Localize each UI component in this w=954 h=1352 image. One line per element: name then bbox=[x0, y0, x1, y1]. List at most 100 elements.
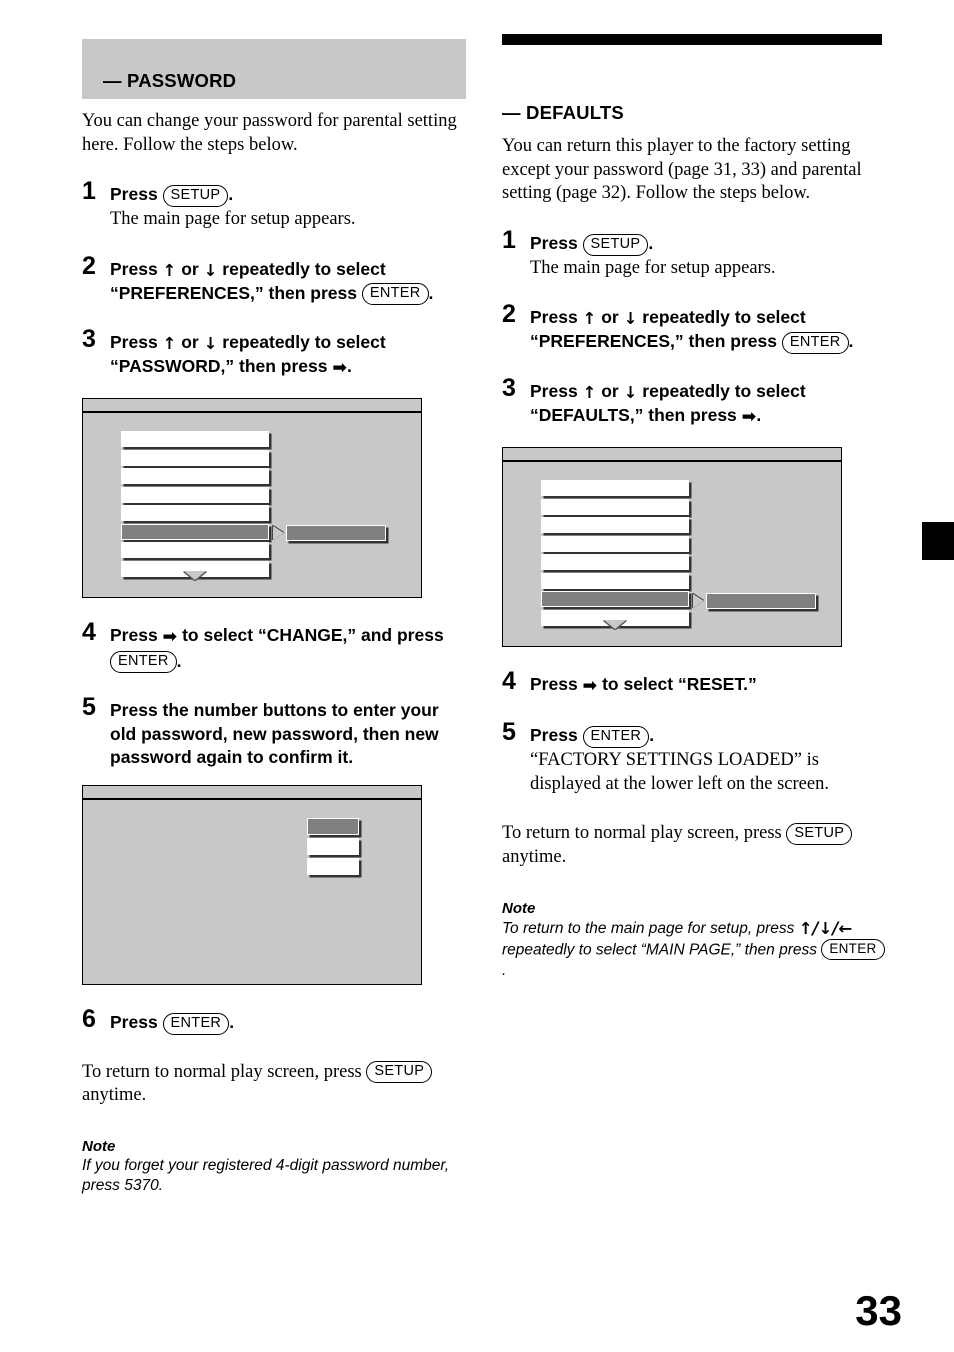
arrow-down-icon: ↓ bbox=[623, 309, 638, 329]
note-text: repeatedly to select “MAIN PAGE,” then p… bbox=[502, 941, 822, 959]
setup-key[interactable]: SETUP bbox=[366, 1061, 433, 1084]
step-text: or bbox=[176, 332, 204, 353]
password-note-label: Note bbox=[82, 1138, 116, 1156]
menu-row[interactable] bbox=[121, 449, 269, 466]
step-text-tail: . bbox=[649, 725, 655, 746]
password-entry-screen-diagram bbox=[82, 785, 422, 986]
password-closing-text: To return to normal play screen, press S… bbox=[82, 1061, 467, 1108]
screen-titlebar bbox=[83, 399, 421, 414]
menu-row[interactable] bbox=[541, 480, 689, 497]
step-instruction: Press ENTER. bbox=[110, 1011, 467, 1035]
step-text-tail: to select “RESET.” bbox=[597, 674, 757, 695]
password-note-text: If you forget your registered 4-digit pa… bbox=[82, 1157, 450, 1195]
enter-key[interactable]: ENTER bbox=[781, 331, 849, 354]
menu-row-list bbox=[121, 431, 269, 579]
arrow-right-icon: ➡ bbox=[162, 627, 178, 648]
defaults-step-5: 5 Press ENTER. “FACTORY SETTINGS LOADED”… bbox=[502, 720, 887, 796]
screen-titlebar bbox=[83, 786, 421, 801]
scroll-down-icon[interactable] bbox=[184, 571, 206, 581]
step-instruction: Press ➡ to select “RESET.” bbox=[530, 673, 887, 698]
menu-row[interactable] bbox=[541, 572, 689, 589]
step-text-tail: . bbox=[648, 233, 654, 254]
step-number: 1 bbox=[502, 226, 516, 255]
menu-row[interactable] bbox=[121, 468, 269, 485]
password-step-4: 4 Press ➡ to select “CHANGE,” and press … bbox=[82, 620, 467, 674]
note-text-tail: . bbox=[502, 961, 507, 979]
menu-row[interactable] bbox=[541, 554, 689, 571]
password-field-new[interactable] bbox=[307, 838, 359, 856]
password-field-confirm[interactable] bbox=[307, 858, 359, 876]
step-number: 3 bbox=[82, 325, 96, 354]
enter-key[interactable]: ENTER bbox=[361, 283, 429, 306]
menu-row[interactable] bbox=[121, 431, 269, 448]
step-text: or bbox=[596, 380, 624, 401]
menu-row-selected[interactable] bbox=[541, 591, 689, 608]
step-text-tail: . bbox=[848, 331, 854, 352]
step-instruction: Press ↑ or ↓ repeatedly to select “DEFAU… bbox=[530, 380, 887, 429]
menu-row-selected[interactable] bbox=[121, 523, 269, 540]
arrow-up-icon: ↑ bbox=[582, 382, 597, 402]
menu-row[interactable] bbox=[121, 486, 269, 503]
step-number: 5 bbox=[82, 693, 96, 722]
defaults-note-label: Note bbox=[502, 899, 536, 917]
password-step-1: 1 Press SETUP. The main page for setup a… bbox=[82, 179, 467, 231]
step-detail: The main page for setup appears. bbox=[530, 257, 776, 278]
setup-key[interactable]: SETUP bbox=[582, 233, 649, 256]
step-text: Press bbox=[530, 233, 583, 254]
step-number: 2 bbox=[502, 300, 516, 329]
arrow-right-icon: ➡ bbox=[332, 358, 348, 379]
right-column: — DEFAULTS You can return this player to… bbox=[502, 0, 887, 981]
menu-option-bar[interactable] bbox=[706, 593, 816, 610]
menu-row[interactable] bbox=[541, 535, 689, 552]
arrow-down-icon: ↓ bbox=[203, 260, 218, 280]
step-text-tail: . bbox=[756, 404, 762, 425]
enter-key[interactable]: ENTER bbox=[110, 651, 177, 674]
left-column: — PASSWORD You can change your password … bbox=[82, 0, 467, 1196]
step-text-tail: . bbox=[428, 282, 434, 303]
step-text: or bbox=[596, 307, 624, 328]
step-text: Press bbox=[530, 307, 583, 328]
scroll-down-icon[interactable] bbox=[604, 620, 626, 630]
arrow-right-icon: ➡ bbox=[741, 406, 757, 427]
arrow-cluster-icon: ↑/↓/← bbox=[798, 918, 853, 938]
enter-key[interactable]: ENTER bbox=[162, 1012, 230, 1035]
menu-row[interactable] bbox=[541, 498, 689, 515]
setup-key[interactable]: SETUP bbox=[786, 822, 853, 845]
password-step-6: 6 Press ENTER. bbox=[82, 1007, 467, 1035]
setup-key[interactable]: SETUP bbox=[162, 184, 229, 207]
menu-row[interactable] bbox=[121, 505, 269, 522]
password-step-2: 2 Press ↑ or ↓ repeatedly to select “PRE… bbox=[82, 253, 467, 306]
step-text: Press bbox=[110, 184, 163, 205]
step-number: 3 bbox=[502, 373, 516, 402]
menu-row[interactable] bbox=[121, 542, 269, 559]
step-text: Press bbox=[110, 1012, 163, 1033]
defaults-section-title: — DEFAULTS bbox=[502, 102, 624, 123]
step-instruction: Press ↑ or ↓ repeatedly to select “PASSW… bbox=[110, 331, 467, 380]
step-number: 4 bbox=[82, 618, 96, 647]
step-text: to select “CHANGE,” and press bbox=[177, 625, 444, 646]
step-text: Press bbox=[110, 332, 163, 353]
step-text: Press bbox=[530, 725, 583, 746]
step-instruction: Press ↑ or ↓ repeatedly to select “PREFE… bbox=[530, 306, 887, 354]
step-instruction: Press ENTER. bbox=[530, 724, 887, 748]
step-text: Press bbox=[110, 258, 163, 279]
step-text: Press bbox=[530, 674, 583, 695]
top-rule-bar bbox=[502, 34, 882, 45]
step-text: or bbox=[176, 258, 204, 279]
menu-option-bar[interactable] bbox=[286, 525, 386, 542]
closing-text-tail: anytime. bbox=[82, 1085, 147, 1106]
screen-titlebar bbox=[503, 448, 841, 463]
defaults-intro-text: You can return this player to the factor… bbox=[502, 136, 862, 204]
enter-key[interactable]: ENTER bbox=[821, 939, 885, 960]
edge-thumb-tab bbox=[922, 522, 954, 560]
defaults-step-4: 4 Press ➡ to select “RESET.” bbox=[502, 669, 887, 698]
closing-text: To return to normal play screen, press bbox=[502, 823, 787, 844]
step-detail: “FACTORY SETTINGS LOADED” is displayed a… bbox=[530, 749, 829, 794]
enter-key[interactable]: ENTER bbox=[582, 725, 650, 748]
password-intro-text: You can change your password for parenta… bbox=[82, 111, 457, 155]
defaults-closing-text: To return to normal play screen, press S… bbox=[502, 822, 887, 869]
menu-row[interactable] bbox=[541, 517, 689, 534]
password-field-old[interactable] bbox=[307, 818, 359, 836]
arrow-up-icon: ↑ bbox=[162, 334, 177, 354]
password-menu-screen-diagram bbox=[82, 398, 422, 599]
